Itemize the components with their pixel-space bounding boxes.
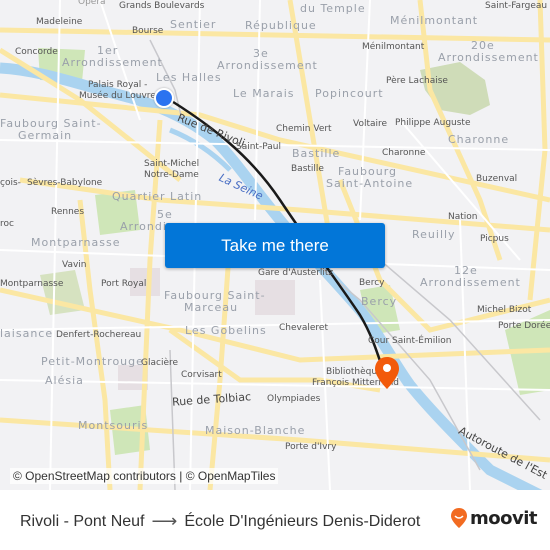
- map-label: Quartier Latin: [112, 190, 203, 203]
- route-summary: Rivoli - Pont Neuf ⟶ École D'Ingénieurs …: [20, 511, 420, 532]
- map-label: Philippe Auguste: [395, 118, 471, 128]
- map-label: çois-: [0, 178, 21, 188]
- moovit-wordmark: moovit: [470, 507, 538, 529]
- moovit-logo[interactable]: moovit: [450, 507, 538, 529]
- map-attribution[interactable]: © OpenStreetMap contributors | © OpenMap…: [10, 468, 279, 484]
- map-label: Bourse: [132, 26, 164, 36]
- map-label: Port Royal: [101, 279, 147, 289]
- map-label: 1er: [97, 44, 119, 57]
- map-label: Bercy: [361, 295, 398, 308]
- map-label: Saint-Fargeau: [485, 1, 548, 11]
- origin-name: Rivoli - Pont Neuf: [20, 512, 145, 530]
- map-label: République: [245, 19, 317, 32]
- map-label: Montparnasse: [0, 279, 64, 289]
- map-label: Ménilmontant: [362, 42, 425, 52]
- map-label: Notre-Dame: [144, 170, 199, 180]
- map-label: 20e: [471, 39, 495, 52]
- map-label: 12e: [454, 264, 478, 277]
- map-label: Concorde: [15, 47, 58, 57]
- map-label: Alésia: [45, 374, 84, 387]
- map-label: Opéra: [78, 0, 106, 7]
- map-label: Rennes: [51, 207, 85, 217]
- map-label: Buzenval: [476, 174, 518, 184]
- map-label: Vavin: [62, 260, 87, 270]
- map-label: Faubourg: [338, 165, 398, 178]
- map-label: Arrondissement: [217, 59, 318, 72]
- map-label: Charonne: [382, 148, 426, 158]
- map-label: Musée du Louvre: [79, 91, 156, 101]
- map-label: Olympiades: [267, 394, 321, 404]
- origin-marker[interactable]: [154, 88, 174, 108]
- map-label: Les Gobelins: [185, 324, 267, 337]
- map-label: Arrondissement: [420, 276, 521, 289]
- map-label: 3e: [253, 47, 269, 60]
- map-label: Père Lachaise: [386, 76, 448, 86]
- map-label: Reuilly: [412, 228, 456, 241]
- moovit-pin-icon: [451, 508, 467, 528]
- map-label: Sèvres-Babylone: [27, 178, 103, 188]
- map-label: Bercy: [359, 278, 385, 288]
- map-label: Madeleine: [36, 17, 83, 27]
- map-label: Saint-Michel: [144, 159, 200, 169]
- destination-name: École D'Ingénieurs Denis-Diderot: [184, 512, 421, 530]
- map-label: du Temple: [300, 2, 366, 15]
- take-me-there-button[interactable]: Take me there: [165, 223, 385, 268]
- map-label: Montparnasse: [31, 236, 121, 249]
- map-label: roc: [0, 219, 14, 229]
- map-label: Arrondissement: [438, 51, 539, 64]
- map-label: Voltaire: [353, 119, 388, 129]
- map-label: Porte Dorée: [498, 321, 550, 331]
- map-label: Glacière: [141, 358, 179, 368]
- map-label: Charonne: [448, 133, 510, 146]
- map-label: Arrondissement: [62, 56, 163, 69]
- map-label: Ménilmontant: [390, 14, 479, 27]
- map-label: Chevaleret: [279, 323, 328, 333]
- map-label: Gare d'Austerlitz: [258, 268, 334, 278]
- map-pin-icon: [375, 357, 399, 389]
- map-label: Les Halles: [156, 71, 222, 84]
- map-label: Marceau: [184, 301, 239, 314]
- map-label: Montsouris: [78, 419, 149, 432]
- map[interactable]: Opéra Grands Boulevards Sentier Républiq…: [0, 0, 550, 490]
- map-label: Le Marais: [233, 87, 295, 100]
- map-label: Denfert-Rochereau: [56, 330, 142, 340]
- map-label: Palais Royal -: [88, 80, 148, 90]
- map-label: Porte d'Ivry: [285, 442, 337, 452]
- map-label: laisance: [0, 327, 54, 340]
- map-label: Nation: [448, 212, 478, 222]
- map-label: Faubourg Saint-: [164, 289, 266, 302]
- map-label: Germain: [18, 129, 73, 142]
- map-label: Maison-Blanche: [205, 424, 306, 437]
- map-label: Corvisart: [181, 370, 222, 380]
- map-label: Saint-Antoine: [326, 177, 414, 190]
- map-label: Faubourg Saint-: [0, 117, 102, 130]
- map-label: 5e: [157, 208, 173, 221]
- map-label: Picpus: [480, 234, 509, 244]
- map-label: Bastille: [292, 147, 341, 160]
- map-label: Chemin Vert: [276, 124, 332, 134]
- map-label: Sentier: [170, 18, 217, 31]
- map-label: Bastille: [291, 164, 324, 174]
- map-label: Popincourt: [315, 87, 384, 100]
- arrow-right-icon: ⟶: [151, 511, 178, 531]
- map-label: Cour Saint-Émilion: [368, 336, 452, 346]
- map-label: Grands Boulevards: [119, 1, 205, 11]
- map-label: Michel Bizot: [477, 305, 532, 315]
- map-label: Saint-Paul: [236, 142, 281, 152]
- map-label: Petit-Montrouge: [41, 355, 144, 368]
